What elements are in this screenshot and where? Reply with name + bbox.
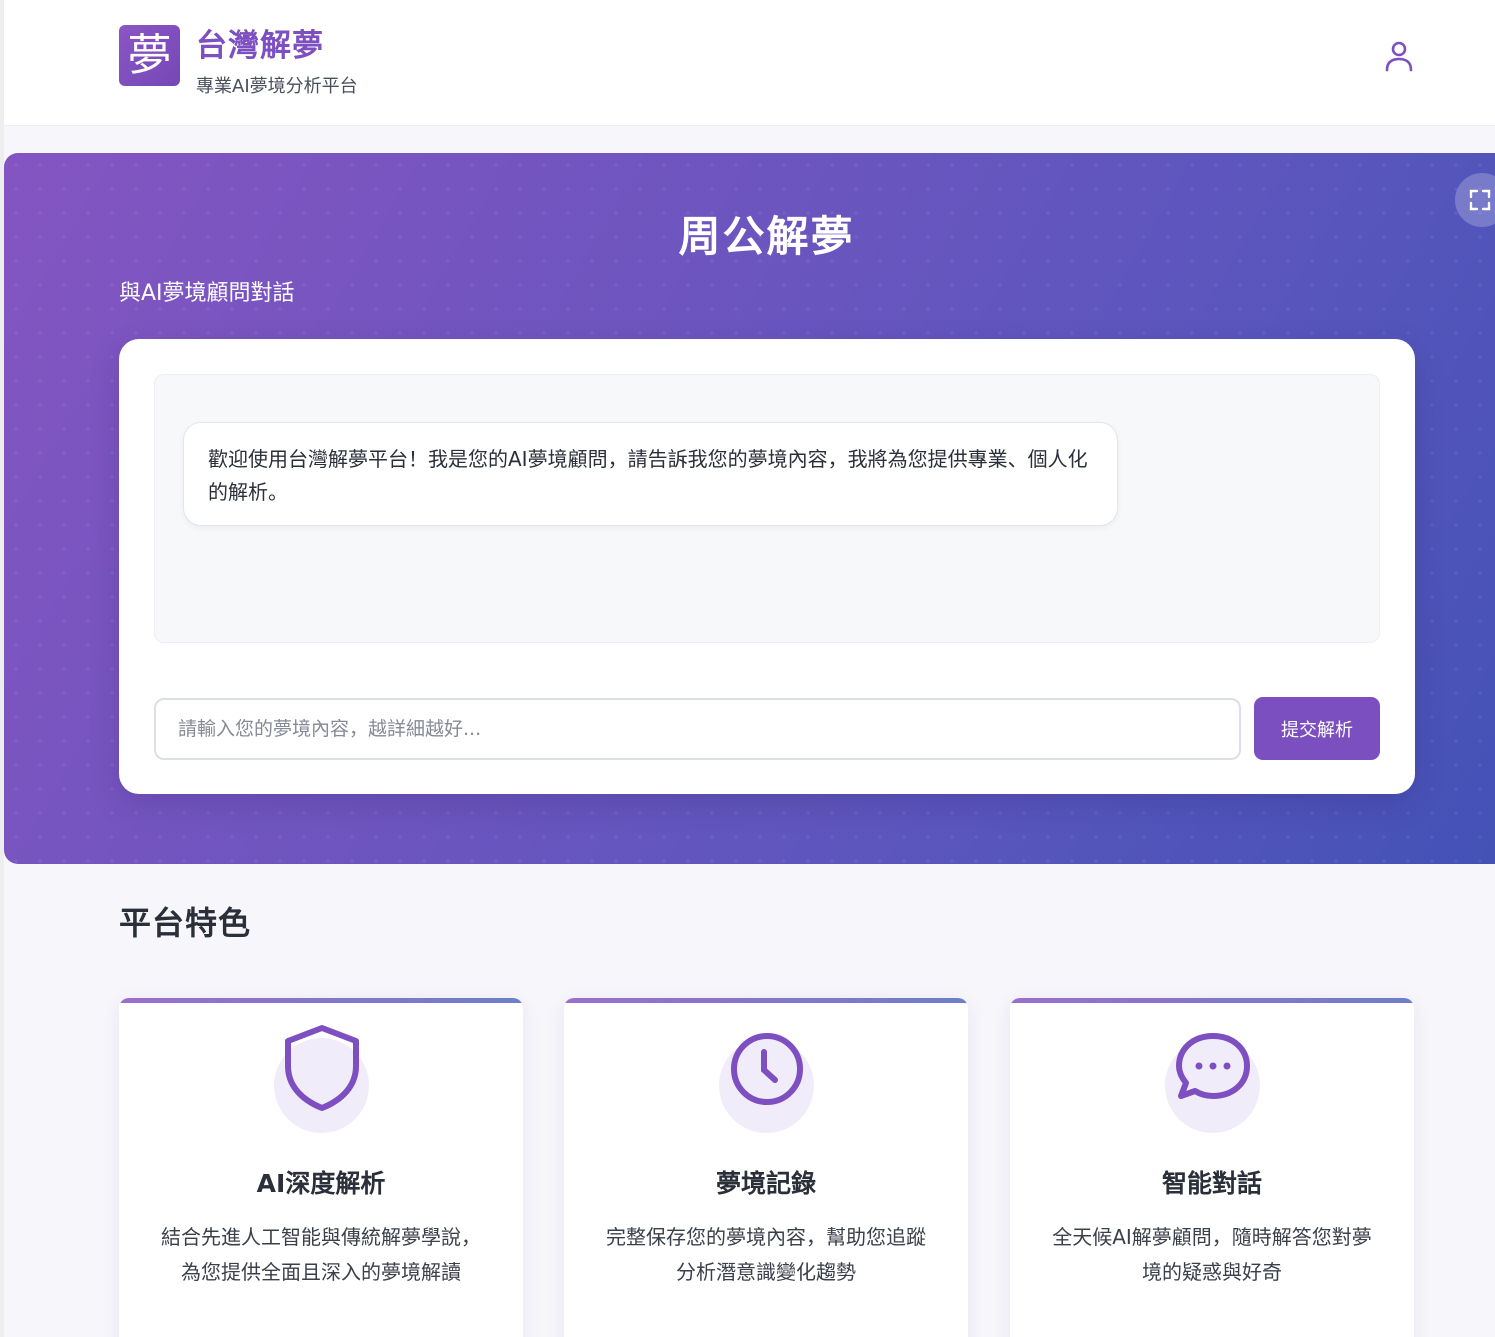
assistant-message: 歡迎使用台灣解夢平台！我是您的AI夢境顧問，請告訴我您的夢境內容，我將為您提供專… <box>183 422 1118 526</box>
feature-name: AI深度解析 <box>256 1169 386 1198</box>
feature-description: 全天候AI解夢顧問，隨時解答您對夢境的疑惑與好奇 <box>1052 1225 1372 1284</box>
feature-icon-circle <box>719 1033 814 1133</box>
user-icon <box>1385 41 1413 72</box>
hero-subtitle: 與AI夢境顧問對話 <box>119 281 295 306</box>
feature-name: 夢境記錄 <box>715 1169 816 1198</box>
brand-subtitle: 專業AI夢境分析平台 <box>196 76 358 97</box>
site-header: 夢 台灣解夢 專業AI夢境分析平台 <box>4 0 1495 126</box>
features-title: 平台特色 <box>119 904 252 942</box>
user-account-button[interactable] <box>1380 37 1418 75</box>
hero-section: 周公解夢 與AI夢境顧問對話 歡迎使用台灣解夢平台！我是您的AI夢境顧問，請告訴… <box>4 153 1495 864</box>
brand-title[interactable]: 台灣解夢 <box>196 20 324 65</box>
chat-bubble-icon <box>1176 1033 1250 1099</box>
hero-title: 周公解夢 <box>678 212 855 261</box>
feature-description: 結合先進人工智能與傳統解夢學說，為您提供全面且深入的夢境解讀 <box>161 1225 481 1284</box>
feature-description: 完整保存您的夢境內容，幫助您追蹤分析潛意識變化趨勢 <box>606 1225 926 1284</box>
chat-messages[interactable]: 歡迎使用台灣解夢平台！我是您的AI夢境顧問，請告訴我您的夢境內容，我將為您提供專… <box>154 374 1380 643</box>
logo-glyph: 夢 <box>127 29 172 81</box>
dream-input[interactable] <box>154 698 1241 760</box>
feature-name: 智能對話 <box>1161 1169 1262 1198</box>
feature-card-dream-record: 夢境記錄 完整保存您的夢境內容，幫助您追蹤分析潛意識變化趨勢 <box>564 998 968 1337</box>
submit-analysis-button[interactable]: 提交解析 <box>1254 697 1380 760</box>
feature-icon-circle <box>274 1025 369 1133</box>
shield-icon <box>285 1025 359 1111</box>
feature-card-smart-chat: 智能對話 全天候AI解夢顧問，隨時解答您對夢境的疑惑與好奇 <box>1010 998 1414 1337</box>
logo[interactable]: 夢 <box>119 25 180 86</box>
clock-icon <box>731 1033 803 1105</box>
feature-icon-circle <box>1165 1033 1260 1133</box>
chat-panel: 歡迎使用台灣解夢平台！我是您的AI夢境顧問，請告訴我您的夢境內容，我將為您提供專… <box>119 339 1415 794</box>
feature-card-ai-analysis: AI深度解析 結合先進人工智能與傳統解夢學說，為您提供全面且深入的夢境解讀 <box>119 998 523 1337</box>
